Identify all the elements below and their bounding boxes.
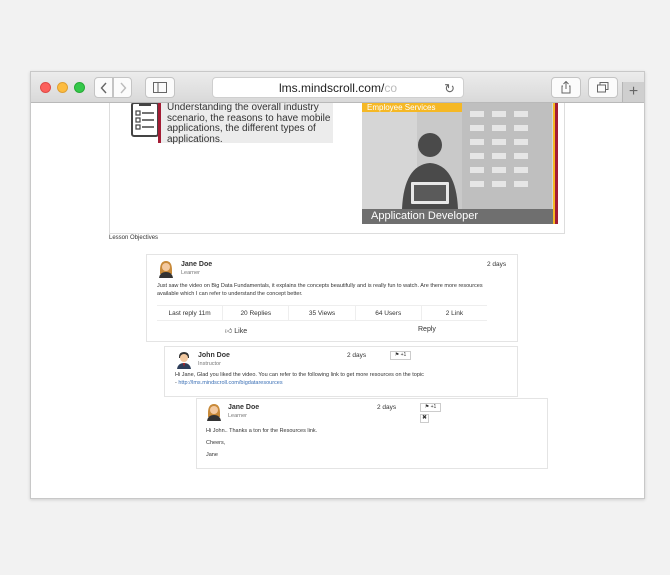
- url-text: lms.mindscroll.com/: [278, 80, 385, 95]
- stat-links[interactable]: 2 Link: [422, 306, 487, 320]
- stat-replies[interactable]: 20 Replies: [223, 306, 290, 320]
- chevron-right-icon: [119, 82, 126, 93]
- chevron-left-icon: [100, 82, 107, 93]
- plus-icon: +: [628, 83, 639, 100]
- reply-author: John Doe: [198, 352, 230, 359]
- lesson-objectives-caption: Lesson Objectives: [109, 235, 159, 241]
- discussion-post: Jane Doe Learner 2 days Just saw the vid…: [146, 254, 518, 342]
- reply-text-line: Hi Jane, Glad you liked the video. You c…: [175, 372, 424, 378]
- url-text-faded: co: [384, 80, 398, 95]
- close-window-button[interactable]: [40, 82, 51, 93]
- flag-count: +1: [400, 352, 407, 358]
- reply-role: Learner: [228, 413, 247, 419]
- stat-users[interactable]: 64 Users: [356, 306, 422, 320]
- browser-toolbar: lms.mindscroll.com/co ↻ +: [31, 72, 644, 103]
- stat-last-reply: Last reply 11m: [157, 306, 224, 320]
- reply-text-link-line: - http://lms.mindscroll.com/bigdataresou…: [175, 379, 495, 387]
- avatar: [207, 404, 221, 421]
- flag-button[interactable]: ⚑ +1: [390, 351, 411, 360]
- share-icon: [561, 81, 571, 94]
- objective-text: Understanding the overall industry scena…: [158, 103, 333, 144]
- promo-tag: Employee Services: [362, 103, 462, 112]
- reply-card: Jane Doe Learner 2 days ⚑ +1 ✖ Hi John..…: [196, 398, 548, 469]
- thumbs-up-icon: 👍︎: [225, 328, 233, 335]
- share-button[interactable]: [551, 77, 581, 98]
- reply-role: Instructor: [198, 361, 221, 367]
- building-illustration: [362, 103, 558, 224]
- like-button[interactable]: 👍︎ Like: [225, 326, 247, 335]
- post-role: Learner: [181, 270, 200, 276]
- stat-views: 35 Views: [289, 306, 356, 320]
- flag-icon: ⚑: [424, 404, 430, 410]
- close-icon: ✖: [421, 415, 428, 421]
- reload-icon[interactable]: ↻: [444, 81, 455, 97]
- browser-window: lms.mindscroll.com/co ↻ + Understanding …: [30, 71, 645, 499]
- flag-count: +1: [430, 404, 437, 410]
- like-label: Like: [234, 328, 248, 335]
- tabs-overview-button[interactable]: [588, 77, 618, 98]
- back-button[interactable]: [94, 77, 113, 98]
- sidebar-button[interactable]: [145, 77, 175, 98]
- post-text: Just saw the video on Big Data Fundament…: [157, 283, 483, 297]
- reply-text: Hi Jane, Glad you liked the video. You c…: [175, 371, 495, 387]
- promo-edge-red: [555, 103, 558, 224]
- delete-button[interactable]: ✖: [420, 414, 429, 423]
- resource-link[interactable]: http://lms.mindscroll.com/bigdataresourc…: [178, 380, 282, 386]
- checklist-icon: [131, 103, 159, 137]
- reply-text-line: Cheers,: [206, 440, 226, 446]
- new-tab-button[interactable]: +: [622, 82, 644, 102]
- reply-author: Jane Doe: [228, 404, 260, 411]
- minimize-window-button[interactable]: [57, 82, 68, 93]
- promo-image: Employee Services Application Developer: [362, 103, 558, 224]
- reply-button[interactable]: Reply: [418, 326, 436, 333]
- reply-text-line: Hi John.. Thanks a ton for the Resources…: [206, 428, 318, 434]
- post-author: Jane Doe: [181, 261, 213, 268]
- forward-button[interactable]: [113, 77, 132, 98]
- tabs-icon: [597, 82, 609, 93]
- avatar: [177, 352, 191, 369]
- address-bar[interactable]: lms.mindscroll.com/co ↻: [212, 77, 464, 98]
- sidebar-icon: [153, 82, 167, 93]
- post-time: 2 days: [487, 261, 507, 268]
- avatar: [159, 261, 173, 278]
- reply-time: 2 days: [347, 352, 367, 359]
- flag-icon: ⚑: [394, 352, 400, 358]
- reply-time: 2 days: [377, 404, 397, 411]
- zoom-window-button[interactable]: [74, 82, 85, 93]
- lesson-banner: Understanding the overall industry scena…: [109, 103, 565, 234]
- flag-button[interactable]: ⚑ +1: [420, 403, 441, 412]
- reply-text: Hi John.. Thanks a ton for the Resources…: [206, 427, 526, 459]
- reply-text-line: Jane: [206, 452, 218, 458]
- reply-card: John Doe Instructor 2 days ⚑ +1 Hi Jane,…: [164, 346, 518, 397]
- promo-label: Application Developer: [362, 209, 556, 224]
- post-stats: Last reply 11m 20 Replies 35 Views 64 Us…: [157, 305, 487, 321]
- page-content: Understanding the overall industry scena…: [31, 103, 644, 498]
